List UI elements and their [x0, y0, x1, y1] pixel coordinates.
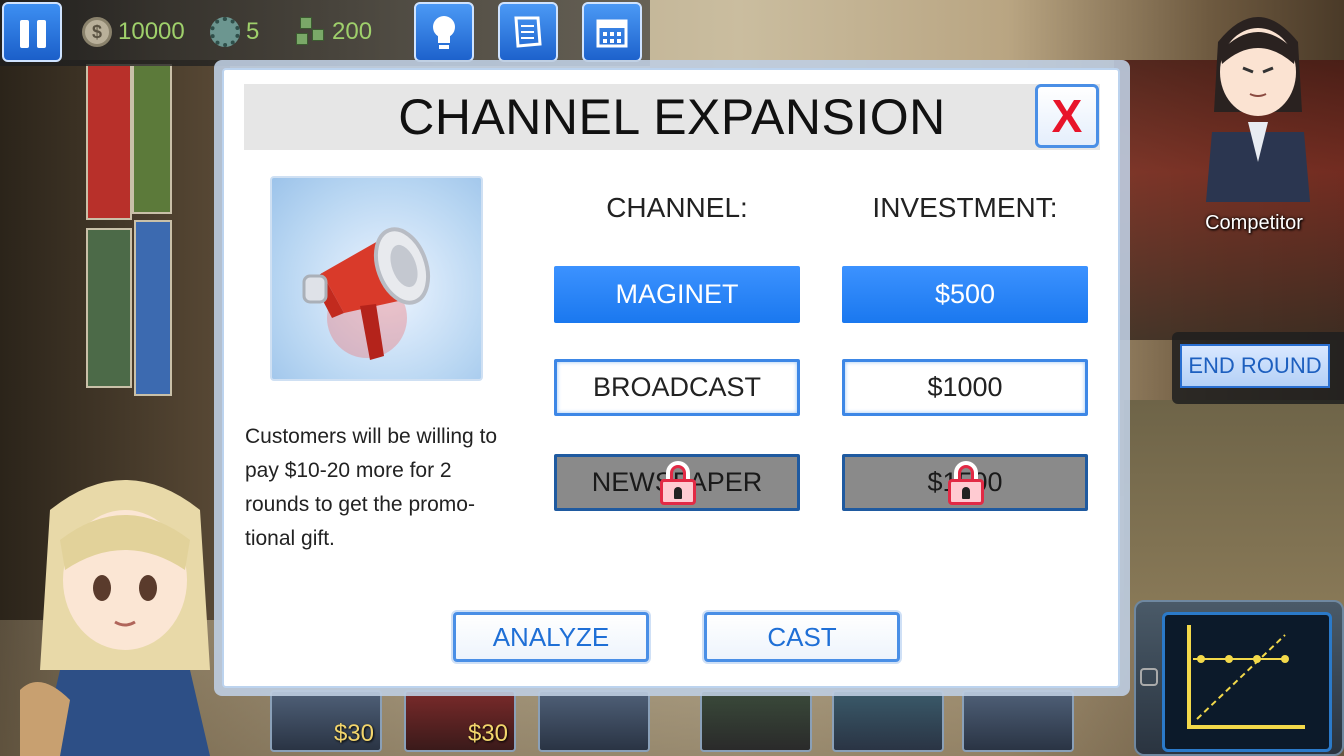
item-price: $30 — [467, 720, 508, 747]
item-slot[interactable] — [700, 690, 812, 752]
calendar-button[interactable] — [582, 2, 642, 62]
lock-keyhole — [962, 487, 970, 499]
item-price: $30 — [333, 720, 374, 747]
background-poster — [132, 64, 172, 214]
hint-button[interactable] — [414, 2, 474, 62]
analytics-graph-button[interactable] — [1162, 612, 1332, 752]
background-shelf — [1124, 400, 1344, 620]
line-graph-icon — [1187, 625, 1305, 729]
lock-icon — [948, 461, 984, 505]
investment-option-500[interactable]: $500 — [842, 266, 1088, 323]
competitor-avatar[interactable] — [1198, 2, 1318, 202]
analyze-button[interactable]: ANALYZE — [453, 612, 649, 662]
tools-slot[interactable] — [538, 690, 650, 752]
items-value: 200 — [332, 18, 373, 45]
gears-value: 5 — [246, 18, 260, 45]
pause-icon — [20, 20, 29, 48]
item-slot[interactable]: $30 — [270, 690, 382, 752]
lightbulb-icon — [433, 16, 455, 49]
quests-button[interactable] — [498, 2, 558, 62]
panel-knob-icon[interactable] — [1140, 668, 1158, 686]
calendar-icon — [596, 19, 628, 48]
item-slot[interactable] — [832, 690, 944, 752]
channel-option-maginet[interactable]: MAGINET — [554, 266, 800, 323]
item-slot[interactable]: $30 — [404, 690, 516, 752]
close-button[interactable]: X — [1035, 84, 1099, 148]
megaphone-image — [270, 176, 483, 381]
coin-icon: $ — [82, 17, 112, 47]
coins-value: 10000 — [118, 18, 185, 45]
item-description: Customers will be willing to pay $10-20 … — [245, 425, 498, 550]
background-poster — [86, 228, 132, 388]
channel-header: CHANNEL: — [606, 192, 748, 223]
cast-button[interactable]: CAST — [704, 612, 900, 662]
channel-option-broadcast[interactable]: BROADCAST — [554, 359, 800, 416]
dialog-title: CHANNEL EXPANSION — [398, 89, 946, 145]
background-poster — [86, 64, 132, 220]
items-stat: 200 — [296, 14, 372, 50]
investment-header: INVESTMENT: — [872, 192, 1058, 223]
competitor-label: Competitor — [1205, 212, 1303, 234]
megaphone-icon — [302, 227, 431, 360]
investment-option-1000[interactable]: $1000 — [842, 359, 1088, 416]
inventory-icon — [296, 17, 326, 47]
item-slot[interactable] — [962, 690, 1074, 752]
pause-icon-bar — [37, 20, 46, 48]
scroll-icon — [514, 16, 542, 48]
lock-keyhole — [674, 487, 682, 499]
player-character — [20, 480, 210, 756]
end-round-button[interactable]: END ROUND — [1180, 344, 1330, 388]
gears-stat: 5 — [210, 14, 259, 50]
coins-stat: $ 10000 — [82, 14, 185, 50]
lock-icon — [660, 461, 696, 505]
pause-button[interactable] — [2, 2, 62, 62]
background-poster — [134, 220, 172, 396]
gear-icon — [210, 17, 240, 47]
